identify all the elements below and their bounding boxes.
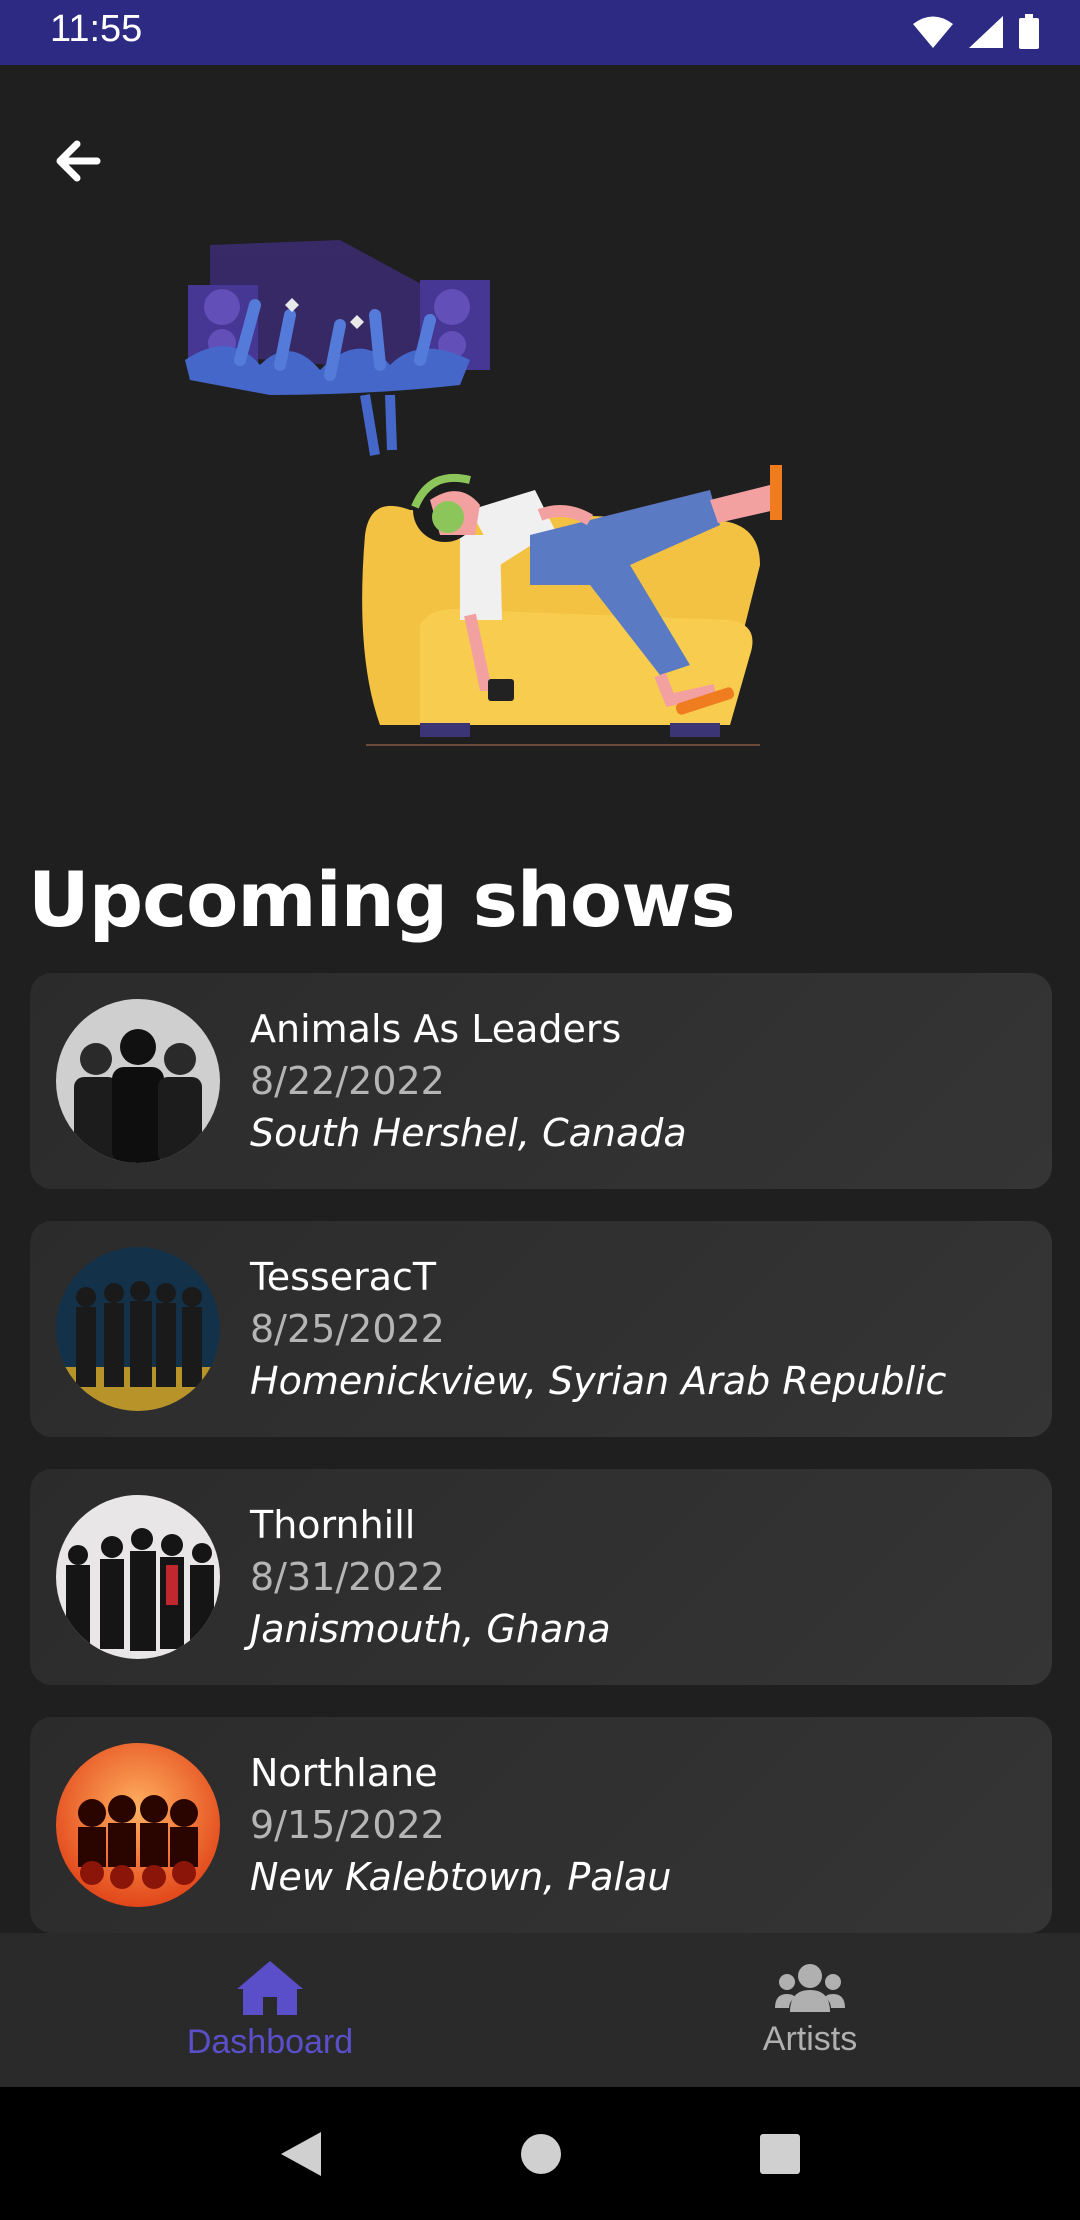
shows-list: Animals As Leaders 8/22/2022 South Hersh…: [30, 973, 1052, 1933]
home-icon: [237, 1960, 303, 2015]
arrow-left-icon: [56, 140, 101, 182]
show-location: Janismouth, Ghana: [250, 1607, 611, 1651]
show-location: South Hershel, Canada: [250, 1111, 687, 1155]
artist-name: Northlane: [250, 1751, 438, 1795]
nav-dashboard-label: Dashboard: [186, 2022, 354, 2061]
show-date: 9/15/2022: [250, 1803, 445, 1847]
status-icons: [912, 14, 1040, 50]
battery-icon: [1019, 14, 1039, 49]
show-card[interactable]: Thornhill 8/31/2022 Janismouth, Ghana: [30, 1469, 1052, 1685]
show-date: 8/25/2022: [250, 1307, 445, 1351]
hero-illustration: [185, 240, 782, 746]
show-date: 8/31/2022: [250, 1555, 445, 1599]
users-icon: [775, 1963, 845, 2012]
home-circle-icon[interactable]: [520, 2133, 562, 2175]
signal-icon: [969, 16, 1003, 48]
recents-square-icon[interactable]: [759, 2133, 801, 2175]
artist-avatar: [56, 1743, 220, 1907]
wifi-icon: [913, 16, 953, 48]
artist-avatar: [56, 1495, 220, 1659]
back-button[interactable]: [36, 119, 120, 203]
artist-name: Thornhill: [250, 1503, 416, 1547]
artist-name: TesseracT: [250, 1255, 437, 1299]
artist-avatar: [56, 999, 220, 1163]
artist-avatar: [56, 1247, 220, 1411]
system-navigation-bar: [0, 2087, 1080, 2220]
nav-dashboard[interactable]: Dashboard: [0, 1933, 540, 2087]
show-location: New Kalebtown, Palau: [250, 1855, 672, 1899]
show-location: Homenickview, Syrian Arab Republic: [250, 1359, 947, 1403]
show-date: 8/22/2022: [250, 1059, 445, 1103]
show-card[interactable]: TesseracT 8/25/2022 Homenickview, Syrian…: [30, 1221, 1052, 1437]
status-bar: 11:55: [0, 0, 1080, 65]
show-card[interactable]: Animals As Leaders 8/22/2022 South Hersh…: [30, 973, 1052, 1189]
page-title: Upcoming shows: [28, 855, 736, 944]
dashboard-screen: Upcoming shows Animals As Leaders 8/22/2…: [0, 65, 1080, 1933]
nav-artists-label: Artists: [762, 2019, 858, 2058]
nav-artists[interactable]: Artists: [540, 1933, 1080, 2087]
artist-name: Animals As Leaders: [250, 1007, 622, 1051]
bottom-navigation: Dashboard Artists: [0, 1933, 1080, 2087]
status-time: 11:55: [50, 8, 143, 50]
back-triangle-icon[interactable]: [279, 2130, 323, 2178]
show-card[interactable]: Northlane 9/15/2022 New Kalebtown, Palau: [30, 1717, 1052, 1933]
